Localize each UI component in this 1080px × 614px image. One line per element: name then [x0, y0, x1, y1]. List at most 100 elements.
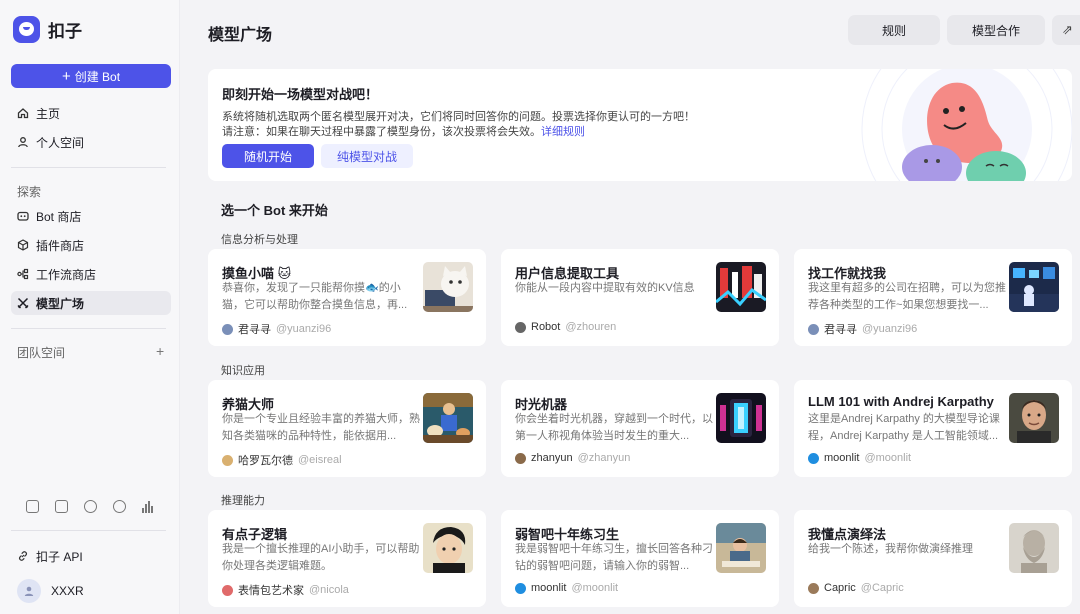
- stats-icon[interactable]: [142, 500, 155, 513]
- nav-item-bot-store[interactable]: Bot 商店: [11, 204, 171, 228]
- portrait-thumbnail: [1009, 393, 1059, 443]
- bot-card[interactable]: 弱智吧十年练习生 我是弱智吧十年练习生，擅长回答各种刁钻的弱智吧问题，请输入你的…: [501, 510, 779, 607]
- bot-card[interactable]: 我懂点演绎法 给我一个陈述，我帮你做演绎推理 Capric @Capric: [794, 510, 1072, 607]
- feedback-icon[interactable]: [113, 500, 126, 513]
- rules-button[interactable]: 规则: [848, 15, 940, 45]
- author-handle: @nicola: [309, 584, 349, 596]
- share-button[interactable]: ⇗: [1052, 15, 1080, 45]
- create-bot-button[interactable]: + 创建 Bot: [11, 64, 171, 88]
- bot-card[interactable]: LLM 101 with Andrej Karpathy 这里是Andrej K…: [794, 380, 1072, 477]
- share-icon: ⇗: [1062, 22, 1073, 37]
- author-name: 君寻寻: [238, 324, 271, 336]
- author-name: zhanyun: [531, 452, 573, 464]
- nav-item-model-arena[interactable]: 模型广场: [11, 291, 171, 315]
- bot-card[interactable]: 养猫大师 你是一个专业且经验丰富的养猫大师，熟知各类猫咪的品种特性，能依据用..…: [208, 380, 486, 477]
- author-avatar: [515, 582, 526, 594]
- sidebar: 扣子 + 创建 Bot 主页 个人空间 探索 Bot 商店 插件商店 工作流商店: [0, 0, 180, 614]
- nav-item-workflow-store[interactable]: 工作流商店: [11, 262, 171, 286]
- nav-item-plugin-store[interactable]: 插件商店: [11, 233, 171, 257]
- brand[interactable]: 扣子: [13, 16, 82, 43]
- bot-author: 君寻寻 @yuanzi96: [808, 321, 917, 337]
- bot-card[interactable]: 有点子逻辑 我是一个擅长推理的AI小助手，可以帮助你处理各类逻辑难题。 表情包艺…: [208, 510, 486, 607]
- add-team-icon[interactable]: +: [156, 343, 164, 359]
- bot-description: 恭喜你，发现了一只能帮你摸🐟的小猫，它可以帮助你整合摸鱼信息，再...: [222, 282, 408, 311]
- plus-icon: +: [61, 67, 71, 85]
- bot-author: 哈罗瓦尔德 @eisreal: [222, 452, 342, 468]
- page-title: 模型广场: [208, 27, 273, 44]
- hero-notice-text: 请注意：如果在聊天过程中暴露了模型身份，该次投票将会失效。: [222, 126, 541, 138]
- author-avatar: [515, 321, 526, 333]
- model-cooperation-button[interactable]: 模型合作: [947, 15, 1045, 45]
- hero-title: 即刻开始一场模型对战吧！: [222, 87, 379, 102]
- bot-description: 你会坐着时光机器，穿越到一个时代，以第一人称视角体验当时发生的重大...: [515, 413, 713, 442]
- random-start-button[interactable]: 随机开始: [222, 144, 314, 168]
- author-handle: @eisreal: [298, 454, 342, 466]
- bot-author: 表情包艺术家 @nicola: [222, 582, 349, 598]
- bot-description: 你是一个专业且经验丰富的养猫大师，熟知各类猫咪的品种特性，能依据用...: [222, 413, 420, 442]
- nav-label: 主页: [36, 106, 61, 121]
- abstract-data-thumbnail: [716, 262, 766, 312]
- nav-item-personal-space[interactable]: 个人空间: [11, 130, 171, 154]
- workflow-icon: [17, 268, 29, 280]
- sidebar-utility-icons: [26, 500, 155, 513]
- nav-label: 个人空间: [36, 135, 85, 150]
- author-name: moonlit: [531, 582, 567, 594]
- author-avatar: [808, 582, 819, 594]
- pure-model-battle-button[interactable]: 纯模型对战: [321, 144, 413, 168]
- statue-thumbnail: [1009, 523, 1059, 573]
- bot-card[interactable]: 时光机器 你会坐着时光机器，穿越到一个时代，以第一人称视角体验当时发生的重大..…: [501, 380, 779, 477]
- category-label: 知识应用: [221, 365, 265, 377]
- author-name: Capric: [824, 582, 856, 594]
- bot-author: Robot @zhouren: [515, 321, 616, 333]
- logic-boy-thumbnail: [423, 523, 473, 573]
- student-thumbnail: [716, 523, 766, 573]
- author-avatar: [222, 584, 233, 596]
- detailed-rules-link[interactable]: 详细规则: [541, 126, 585, 138]
- sidebar-divider: [11, 167, 166, 168]
- nav-label: 工作流商店: [36, 267, 97, 282]
- mail-icon[interactable]: [55, 500, 68, 513]
- arena-icon: [17, 297, 29, 309]
- sidebar-divider: [11, 530, 166, 531]
- author-name: moonlit: [824, 452, 860, 464]
- author-name: 表情包艺术家: [238, 585, 304, 597]
- bot-description: 我是弱智吧十年练习生，擅长回答各种刁钻的弱智吧问题，请输入你的弱智...: [515, 543, 713, 572]
- time-machine-thumbnail: [716, 393, 766, 443]
- avatar: [17, 579, 41, 603]
- author-avatar: [222, 323, 233, 335]
- create-bot-label: 创建 Bot: [74, 69, 121, 84]
- bot-card[interactable]: 摸鱼小喵 🐱 恭喜你，发现了一只能帮你摸🐟的小猫，它可以帮助你整合摸鱼信息，再.…: [208, 249, 486, 346]
- bot-card[interactable]: 用户信息提取工具 你能从一段内容中提取有效的KV信息 Robot @zhoure…: [501, 249, 779, 346]
- nav-item-home[interactable]: 主页: [11, 101, 171, 125]
- cube-icon: [17, 239, 29, 251]
- sidebar-divider: [11, 328, 166, 329]
- nav-item-coze-api[interactable]: 扣子 API: [11, 544, 171, 568]
- cat-laptop-thumbnail: [423, 262, 473, 312]
- author-avatar: [222, 454, 233, 466]
- author-avatar: [515, 452, 526, 464]
- bot-author: moonlit @moonlit: [808, 452, 911, 464]
- team-space-label: 团队空间: [17, 346, 66, 360]
- bot-icon: [17, 210, 29, 222]
- hero-notice: 请注意：如果在聊天过程中暴露了模型身份，该次投票将会失效。详细规则: [222, 123, 585, 139]
- bot-description: 这里是Andrej Karpathy 的大模型导论课程，Andrej Karpa…: [808, 413, 1000, 442]
- nav-label: Bot 商店: [36, 209, 82, 224]
- author-handle: @moonlit: [571, 582, 619, 594]
- author-avatar: [808, 323, 819, 335]
- author-name: 君寻寻: [824, 324, 857, 336]
- office-scene-thumbnail: [1009, 262, 1059, 312]
- home-icon: [17, 107, 29, 119]
- author-handle: @moonlit: [864, 452, 912, 464]
- nav-label: 扣子 API: [36, 549, 83, 564]
- user-profile[interactable]: XXXR: [17, 579, 84, 603]
- bot-description: 我这里有超多的公司在招聘，可以为您推荐各种类型的工作~如果您想要找一...: [808, 282, 1006, 311]
- category-label: 信息分析与处理: [221, 234, 298, 246]
- chat-icon[interactable]: [84, 500, 97, 513]
- bot-author: zhanyun @zhanyun: [515, 452, 630, 464]
- mascot-illustration: [861, 69, 1072, 181]
- bot-author: Capric @Capric: [808, 582, 904, 594]
- document-icon[interactable]: [26, 500, 39, 513]
- bot-description: 给我一个陈述，我帮你做演绎推理: [808, 543, 973, 555]
- explore-section-label: 探索: [17, 185, 42, 199]
- bot-card[interactable]: 找工作就找我 我这里有超多的公司在招聘，可以为您推荐各种类型的工作~如果您想要找…: [794, 249, 1072, 346]
